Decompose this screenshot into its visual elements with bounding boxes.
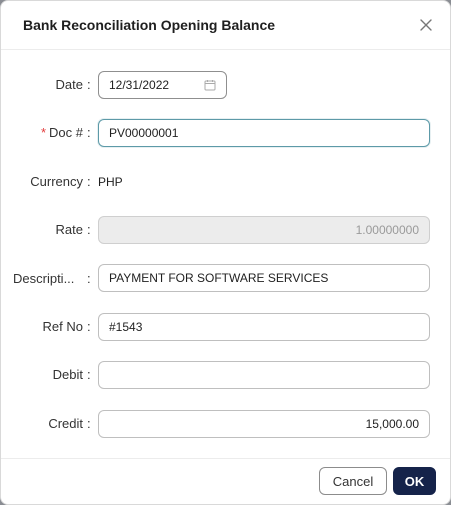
dialog-title: Bank Reconciliation Opening Balance bbox=[23, 17, 276, 33]
date-label: Date bbox=[13, 77, 83, 92]
description-label: Descripti... bbox=[13, 271, 93, 286]
rate-label-text: Rate bbox=[55, 222, 83, 237]
currency-label: Currency bbox=[13, 174, 83, 189]
credit-colon: : bbox=[87, 416, 91, 431]
ref-no-label: Ref No bbox=[13, 319, 83, 334]
description-label-text: Descripti... bbox=[13, 271, 75, 286]
date-picker[interactable]: 12/31/2022 bbox=[98, 71, 227, 99]
doc-no-label-text: Doc # bbox=[49, 125, 83, 140]
doc-no-colon: : bbox=[87, 125, 91, 140]
cancel-button[interactable]: Cancel bbox=[319, 467, 387, 495]
close-icon bbox=[420, 19, 432, 31]
doc-no-label: * Doc # bbox=[13, 125, 83, 140]
ref-no-label-text: Ref No bbox=[42, 319, 83, 334]
credit-label: Credit bbox=[13, 416, 83, 431]
ref-no-value: #1543 bbox=[109, 320, 143, 334]
bank-reconciliation-dialog: Bank Reconciliation Opening Balance Date… bbox=[0, 0, 451, 505]
date-value: 12/31/2022 bbox=[109, 78, 170, 92]
rate-input: 1.00000000 bbox=[98, 216, 430, 244]
currency-colon: : bbox=[87, 174, 91, 189]
description-value: PAYMENT FOR SOFTWARE SERVICES bbox=[109, 271, 329, 285]
calendar-icon bbox=[204, 80, 216, 91]
rate-colon: : bbox=[87, 222, 91, 237]
currency-value: PHP bbox=[98, 175, 123, 189]
debit-input[interactable] bbox=[98, 361, 430, 389]
credit-input[interactable]: 15,000.00 bbox=[98, 410, 430, 438]
rate-label: Rate bbox=[13, 222, 83, 237]
description-colon: : bbox=[87, 271, 91, 286]
debit-label-text: Debit bbox=[52, 367, 83, 382]
description-input[interactable]: PAYMENT FOR SOFTWARE SERVICES bbox=[98, 264, 430, 292]
doc-no-value: PV00000001 bbox=[109, 126, 179, 140]
ref-no-input[interactable]: #1543 bbox=[98, 313, 430, 341]
debit-label: Debit bbox=[13, 367, 83, 382]
currency-label-text: Currency bbox=[30, 174, 83, 189]
dialog-header: Bank Reconciliation Opening Balance bbox=[1, 1, 450, 50]
doc-no-input[interactable]: PV00000001 bbox=[98, 119, 430, 147]
date-label-text: Date bbox=[55, 77, 83, 92]
credit-value: 15,000.00 bbox=[365, 417, 419, 431]
ok-button[interactable]: OK bbox=[393, 467, 436, 495]
date-colon: : bbox=[87, 77, 91, 92]
credit-label-text: Credit bbox=[48, 416, 83, 431]
close-button[interactable] bbox=[416, 15, 436, 35]
required-mark: * bbox=[40, 125, 47, 140]
rate-value: 1.00000000 bbox=[355, 223, 419, 237]
ref-no-colon: : bbox=[87, 319, 91, 334]
debit-colon: : bbox=[87, 367, 91, 382]
